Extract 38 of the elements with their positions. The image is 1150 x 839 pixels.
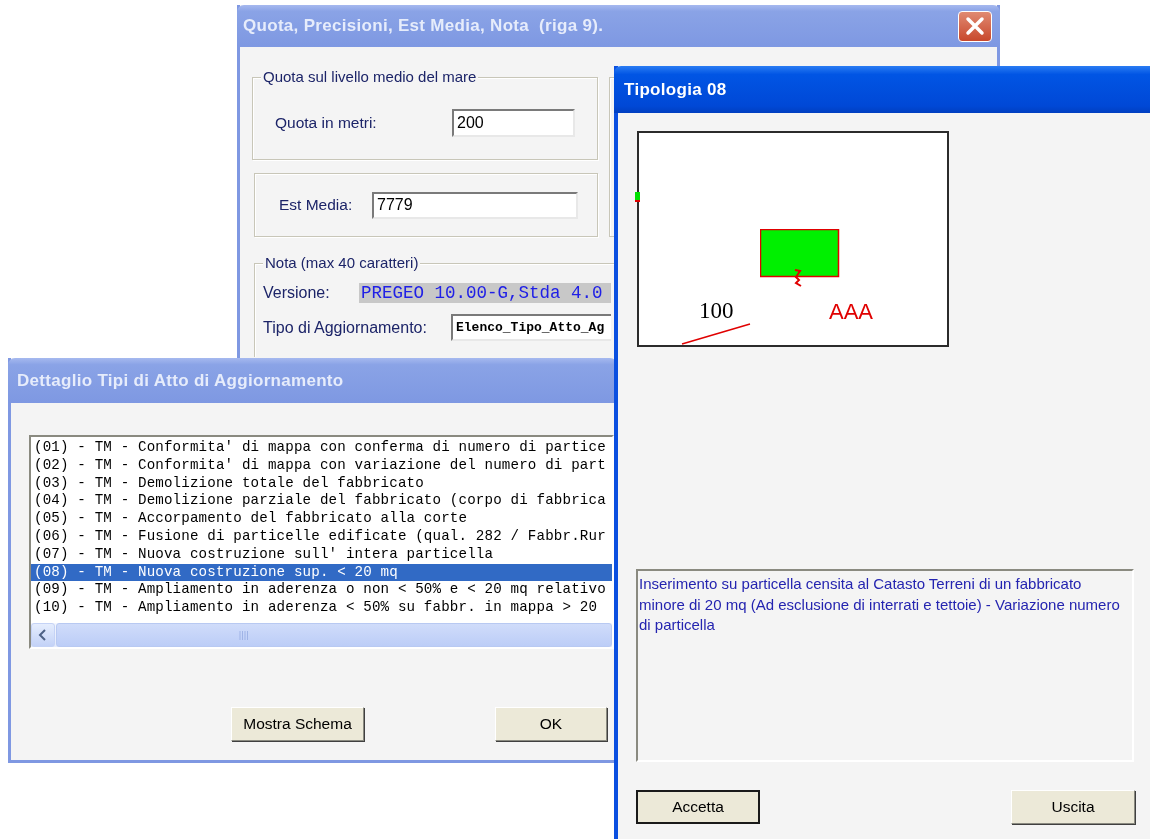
input-field[interactable]: 7779 [372,191,578,219]
version-text: PREGEO 10.00-G,Stda 4.0 [359,283,611,303]
dialog-button[interactable]: Uscita [1011,790,1135,824]
list-item[interactable]: (03) - TM - Demolizione totale del fabbricato [31,474,612,493]
field-label: Est Media: [279,196,354,214]
scroll-left-button[interactable] [31,623,55,647]
window-title: Quota, Precisioni, Est Media, Nota (riga 9). [243,16,604,36]
list-item[interactable]: (02) - TM - Conformita' di mappa con variazione del numero di part [31,456,612,475]
close-icon [964,15,986,37]
group-legend: Quota sul livello medio del mare [261,68,479,86]
list-item[interactable]: (04) - TM - Demolizione parziale del fabbricato (corpo di fabbrica [31,492,612,511]
list-item[interactable]: (08) - TM - Nuova costruzione sup. < 20 mq [31,563,612,582]
dialog-button[interactable]: Accetta [636,790,760,824]
description-text: Inserimento su particella censita al Catasto Terreni di un fabbricato minore di 20 mq (Ad esclusione di interrati e tettoie) - Variazione numero di particella [639,574,1121,635]
window-title: Dettaglio Tipi di Atto di Aggiornamento [17,370,344,391]
input-field[interactable]: 200 [452,108,575,137]
list-item[interactable]: (09) - TM - Ampliamento in aderenza o non < 50% e < 20 mq relativo [31,581,612,600]
list-item[interactable]: (07) - TM - Nuova costruzione sull' intera particella [31,545,612,564]
field-label: Versione: [263,284,331,302]
field-label: Tipo di Aggiornamento: [263,318,428,337]
input-field[interactable]: Elenco_Tipo_Atto_Ag [451,314,611,341]
squiggle-drawing [793,268,803,288]
field-label: Quota in metri: [275,113,378,132]
name-label: AAA [829,299,874,325]
close-button[interactable] [958,10,992,42]
group-legend: Nota (max 40 caratteri) [263,254,421,272]
dialog-button[interactable]: Mostra Schema [231,707,364,741]
marker-drawing [635,192,640,202]
list-item[interactable]: (01) - TM - Conformita' di mappa con conferma di numero di partice [31,439,612,457]
list-item[interactable]: (10) - TM - Ampliamento in aderenza < 50% su fabbr. in mappa > 20 [31,599,612,617]
window-title: Tipologia 08 [624,79,727,100]
list-item[interactable]: (06) - TM - Fusione di particelle edificate (qual. 282 / Fabbr.Rur [31,528,612,546]
parcel-number: 100 [699,301,734,321]
list-item[interactable]: (05) - TM - Accorpamento del fabbricato alla corte [31,510,612,528]
dialog-button[interactable]: OK [495,707,607,741]
caret-icon [38,629,48,641]
grip-icon [239,630,249,640]
strike-line [681,323,751,345]
